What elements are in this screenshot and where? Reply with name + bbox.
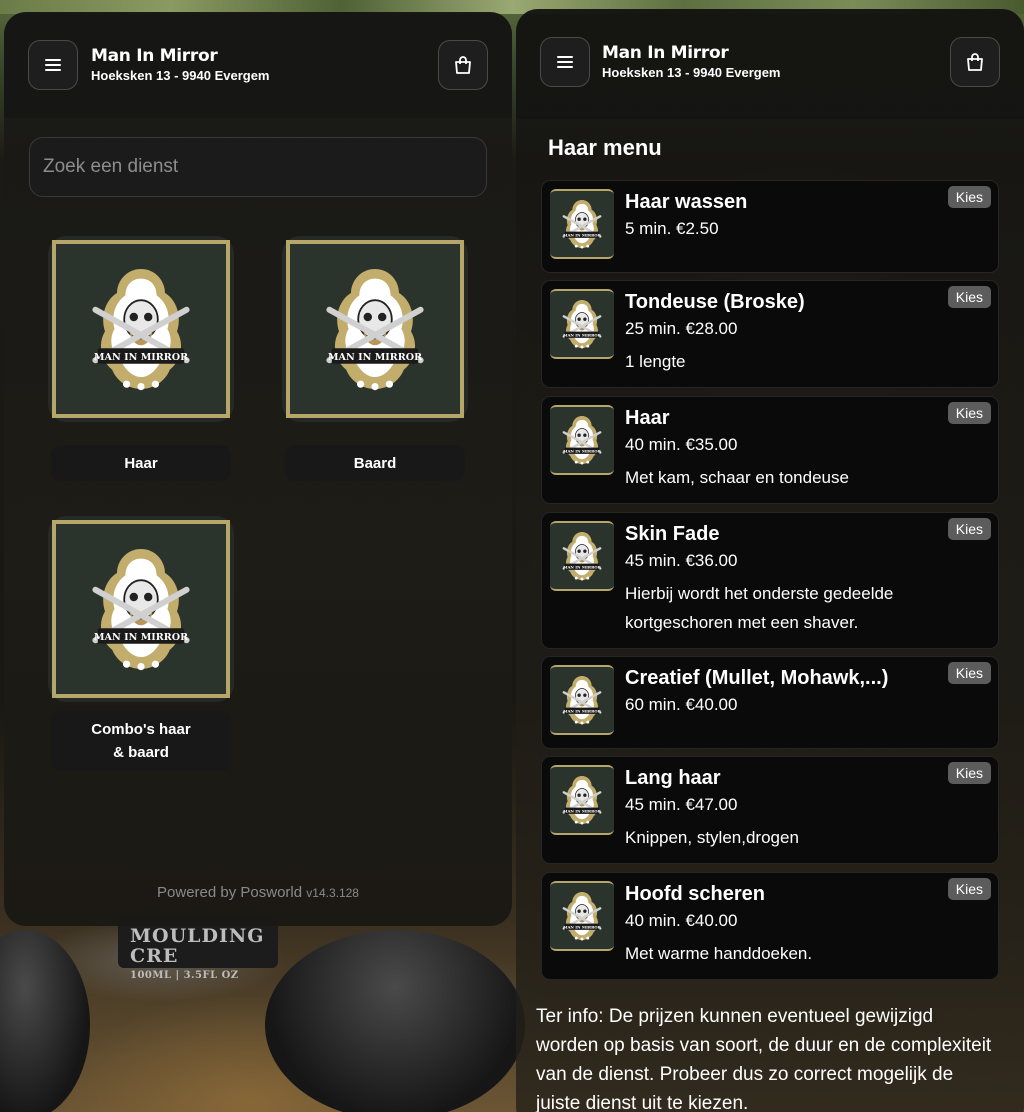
panel-header bbox=[516, 9, 1024, 119]
shop-address: Hoeksken 13 - 9940 Evergem bbox=[91, 68, 270, 83]
service-thumbnail bbox=[550, 765, 614, 835]
shop-logo bbox=[562, 198, 603, 250]
service-thumbnail bbox=[550, 189, 614, 259]
shop-logo bbox=[562, 530, 603, 582]
search-input[interactable] bbox=[29, 137, 487, 197]
service-name: Tondeuse (Broske) bbox=[625, 291, 805, 313]
service-duration-price: 40 min. €35.00 bbox=[625, 435, 738, 454]
menu-title: Haar menu bbox=[548, 135, 662, 160]
service-name: Creatief (Mullet, Mohawk,...) bbox=[625, 667, 889, 689]
category-combo[interactable]: Combo's haar & baard bbox=[51, 711, 231, 771]
category-image-haar[interactable] bbox=[48, 236, 234, 422]
services-panel: Man In Mirror Hoeksken 13 - 9940 Evergem… bbox=[516, 9, 1024, 1112]
select-service-button[interactable]: Kies bbox=[947, 402, 991, 424]
shop-logo bbox=[315, 264, 435, 394]
menu-button[interactable] bbox=[540, 37, 590, 87]
shop-logo bbox=[562, 890, 603, 942]
cart-button[interactable] bbox=[950, 37, 1000, 87]
service-card-skin-fade[interactable]: Skin Fade 45 min. €36.00 Hierbij wordt h… bbox=[541, 512, 999, 649]
powered-by-footer: Powered by Posworld v14.3.128 bbox=[4, 884, 512, 901]
select-service-button[interactable]: Kies bbox=[947, 878, 991, 900]
service-name: Hoofd scheren bbox=[625, 883, 766, 905]
select-service-button[interactable]: Kies bbox=[947, 518, 991, 540]
category-image-baard[interactable] bbox=[282, 236, 468, 422]
service-thumbnail bbox=[550, 289, 614, 359]
category-logo-frame bbox=[52, 240, 230, 418]
service-duration-price: 25 min. €28.00 bbox=[625, 319, 738, 338]
version-number: v14.3.128 bbox=[306, 886, 359, 900]
shop-name: Man In Mirror bbox=[602, 43, 729, 63]
select-service-button[interactable]: Kies bbox=[947, 662, 991, 684]
service-description: Met warme handdoeken. bbox=[625, 944, 813, 963]
service-card-tondeuse[interactable]: Tondeuse (Broske) 25 min. €28.00 1 lengt… bbox=[541, 280, 999, 388]
service-duration-price: 60 min. €40.00 bbox=[625, 695, 738, 714]
powered-by-text: Powered by Posworld bbox=[157, 884, 303, 901]
service-card-haar-wassen[interactable]: Haar wassen 5 min. €2.50 Kies bbox=[541, 180, 999, 273]
shop-logo bbox=[81, 264, 201, 394]
service-description: 1 lengte bbox=[625, 352, 686, 371]
shop-logo bbox=[562, 414, 603, 466]
service-card-haar[interactable]: Haar 40 min. €35.00 Met kam, schaar en t… bbox=[541, 396, 999, 504]
category-image-combo[interactable] bbox=[48, 516, 234, 702]
select-service-button[interactable]: Kies bbox=[947, 186, 991, 208]
shop-address: Hoeksken 13 - 9940 Evergem bbox=[602, 65, 781, 80]
panel-header bbox=[4, 12, 512, 118]
hamburger-menu-icon bbox=[557, 56, 573, 68]
service-thumbnail bbox=[550, 405, 614, 475]
service-name: Lang haar bbox=[625, 767, 721, 789]
select-service-button[interactable]: Kies bbox=[947, 286, 991, 308]
category-baard[interactable]: Baard bbox=[285, 445, 465, 481]
service-name: Skin Fade bbox=[625, 523, 720, 545]
category-haar[interactable]: Haar bbox=[51, 445, 231, 481]
price-info-text: Ter info: De prijzen kunnen eventueel ge… bbox=[536, 1006, 992, 1112]
service-card-hoofd-scheren[interactable]: Hoofd scheren 40 min. €40.00 Met warme h… bbox=[541, 872, 999, 980]
service-card-creatief[interactable]: Creatief (Mullet, Mohawk,...) 60 min. €4… bbox=[541, 656, 999, 749]
service-duration-price: 5 min. €2.50 bbox=[625, 219, 719, 238]
shop-name: Man In Mirror bbox=[91, 46, 218, 66]
categories-panel: Man In Mirror Hoeksken 13 - 9940 Evergem… bbox=[4, 12, 512, 926]
service-description: Met kam, schaar en tondeuse bbox=[625, 468, 849, 487]
category-logo-frame bbox=[286, 240, 464, 418]
shop-logo bbox=[562, 298, 603, 350]
service-description: Hierbij wordt het onderste gedeelde kort… bbox=[625, 584, 894, 632]
shop-logo bbox=[562, 674, 603, 726]
select-service-button[interactable]: Kies bbox=[947, 762, 991, 784]
service-thumbnail bbox=[550, 521, 614, 591]
service-thumbnail bbox=[550, 665, 614, 735]
shop-logo bbox=[81, 544, 201, 674]
background-jar bbox=[0, 930, 90, 1112]
service-description: Knippen, stylen,drogen bbox=[625, 828, 799, 847]
shop-logo bbox=[562, 774, 603, 826]
category-logo-frame bbox=[52, 520, 230, 698]
shopping-bag-icon bbox=[455, 56, 471, 74]
service-card-lang-haar[interactable]: Lang haar 45 min. €47.00 Knippen, stylen… bbox=[541, 756, 999, 864]
menu-button[interactable] bbox=[28, 40, 78, 90]
service-duration-price: 40 min. €40.00 bbox=[625, 911, 738, 930]
background-jar bbox=[265, 930, 525, 1112]
service-thumbnail bbox=[550, 881, 614, 951]
shopping-bag-icon bbox=[967, 53, 983, 71]
service-name: Haar wassen bbox=[625, 191, 748, 213]
cart-button[interactable] bbox=[438, 40, 488, 90]
hamburger-menu-icon bbox=[45, 59, 61, 71]
service-duration-price: 45 min. €47.00 bbox=[625, 795, 738, 814]
service-duration-price: 45 min. €36.00 bbox=[625, 551, 738, 570]
service-name: Haar bbox=[625, 407, 670, 429]
